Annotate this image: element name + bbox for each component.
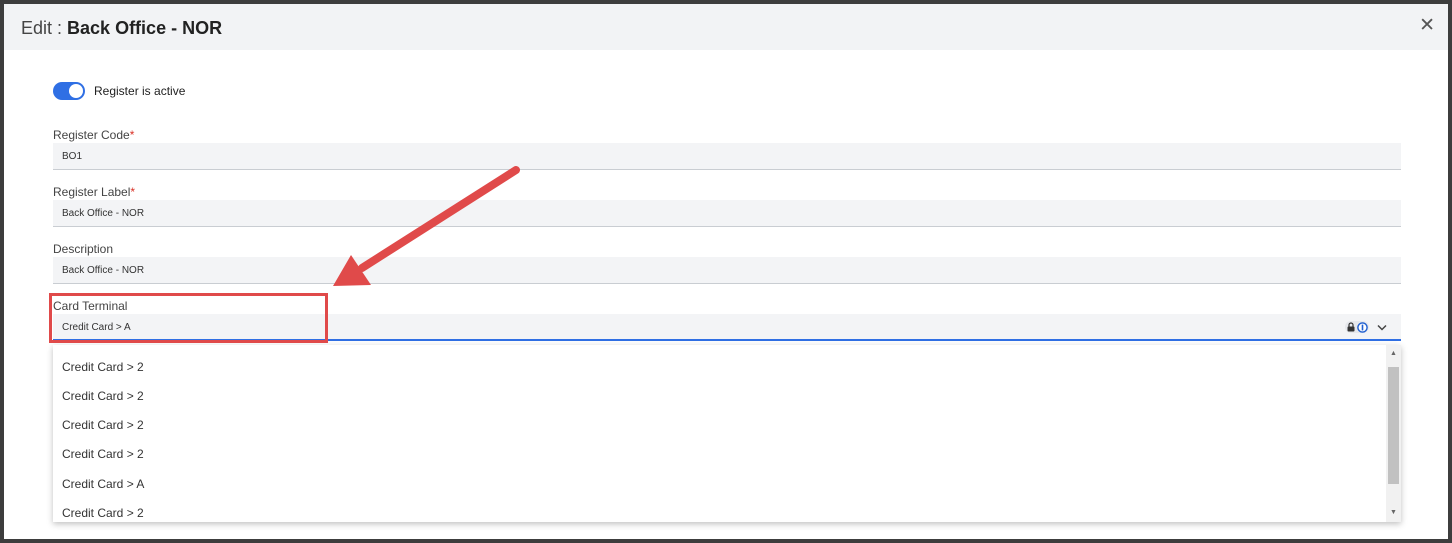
annotation-arrow (333, 166, 520, 286)
